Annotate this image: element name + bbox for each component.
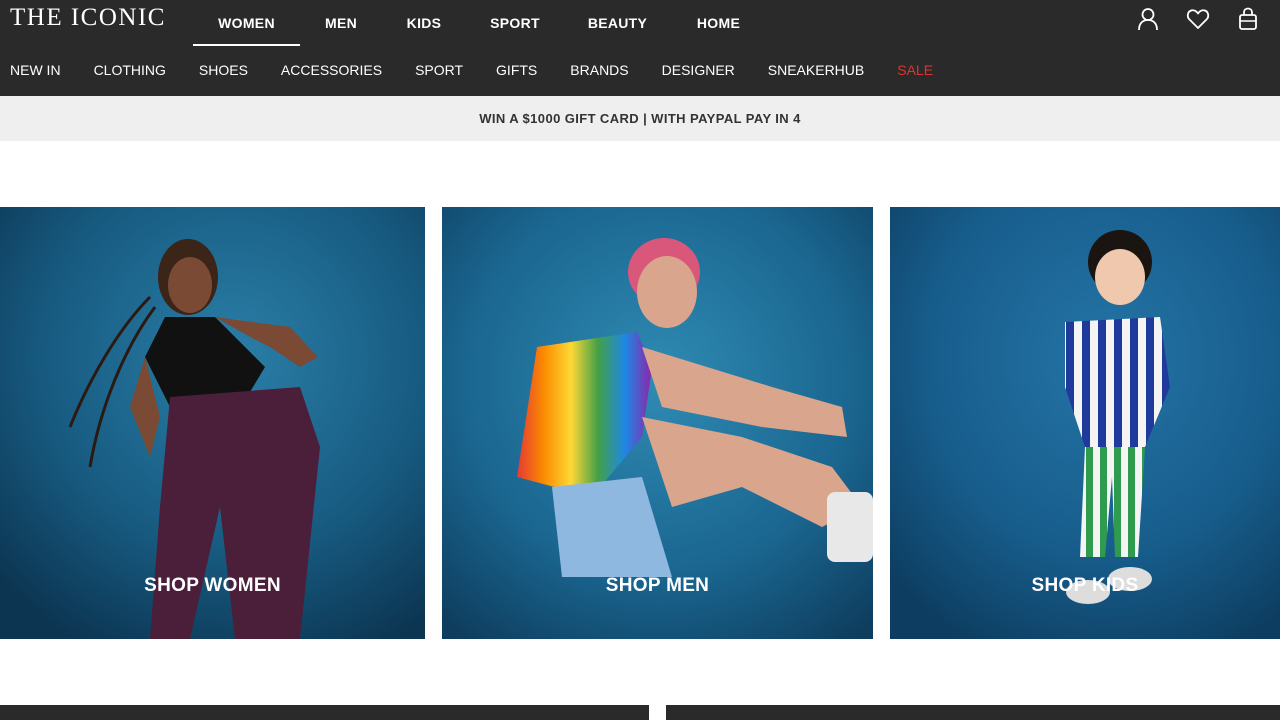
tab-women[interactable]: WOMEN xyxy=(193,0,300,46)
tab-kids[interactable]: KIDS xyxy=(382,0,466,46)
subnav-brands[interactable]: BRANDS xyxy=(570,58,628,82)
wishlist-heart-icon[interactable] xyxy=(1186,6,1210,32)
site-header: THE ICONIC WOMEN MEN KIDS SPORT BEAUTY H… xyxy=(0,0,1280,96)
promo-block-left[interactable] xyxy=(0,705,649,720)
subnav-sneakerhub[interactable]: SNEAKERHUB xyxy=(768,58,864,82)
brand-logo[interactable]: THE ICONIC xyxy=(10,5,166,30)
shop-kids-label: SHOP KIDS xyxy=(1031,575,1139,596)
category-nav: NEW IN CLOTHING SHOES ACCESSORIES SPORT … xyxy=(10,58,966,82)
tab-sport[interactable]: SPORT xyxy=(466,0,564,46)
subnav-designer[interactable]: DESIGNER xyxy=(662,58,735,82)
shop-women-tile[interactable]: SHOP WOMEN xyxy=(0,207,425,639)
subnav-shoes[interactable]: SHOES xyxy=(199,58,248,82)
shop-women-label: SHOP WOMEN xyxy=(144,575,281,596)
subnav-gifts[interactable]: GIFTS xyxy=(496,58,537,82)
department-nav: WOMEN MEN KIDS SPORT BEAUTY HOME xyxy=(193,0,766,46)
subnav-clothing[interactable]: CLOTHING xyxy=(94,58,166,82)
account-icon[interactable] xyxy=(1136,6,1160,32)
subnav-sale[interactable]: SALE xyxy=(897,58,933,82)
tab-men[interactable]: MEN xyxy=(300,0,382,46)
shop-kids-tile[interactable]: SHOP KIDS xyxy=(890,207,1280,639)
tab-beauty[interactable]: BEAUTY xyxy=(564,0,671,46)
promo-banner[interactable]: WIN A $1000 GIFT CARD | WITH PAYPAL PAY … xyxy=(0,96,1280,141)
subnav-accessories[interactable]: ACCESSORIES xyxy=(281,58,382,82)
promo-block-right[interactable] xyxy=(666,705,1280,720)
subnav-new-in[interactable]: NEW IN xyxy=(10,58,61,82)
tab-home[interactable]: HOME xyxy=(671,0,766,46)
header-actions xyxy=(1136,6,1260,32)
shopping-bag-icon[interactable] xyxy=(1236,6,1260,32)
subnav-sport[interactable]: SPORT xyxy=(415,58,463,82)
shop-men-label: SHOP MEN xyxy=(605,575,710,596)
shop-men-tile[interactable]: SHOP MEN xyxy=(442,207,873,639)
